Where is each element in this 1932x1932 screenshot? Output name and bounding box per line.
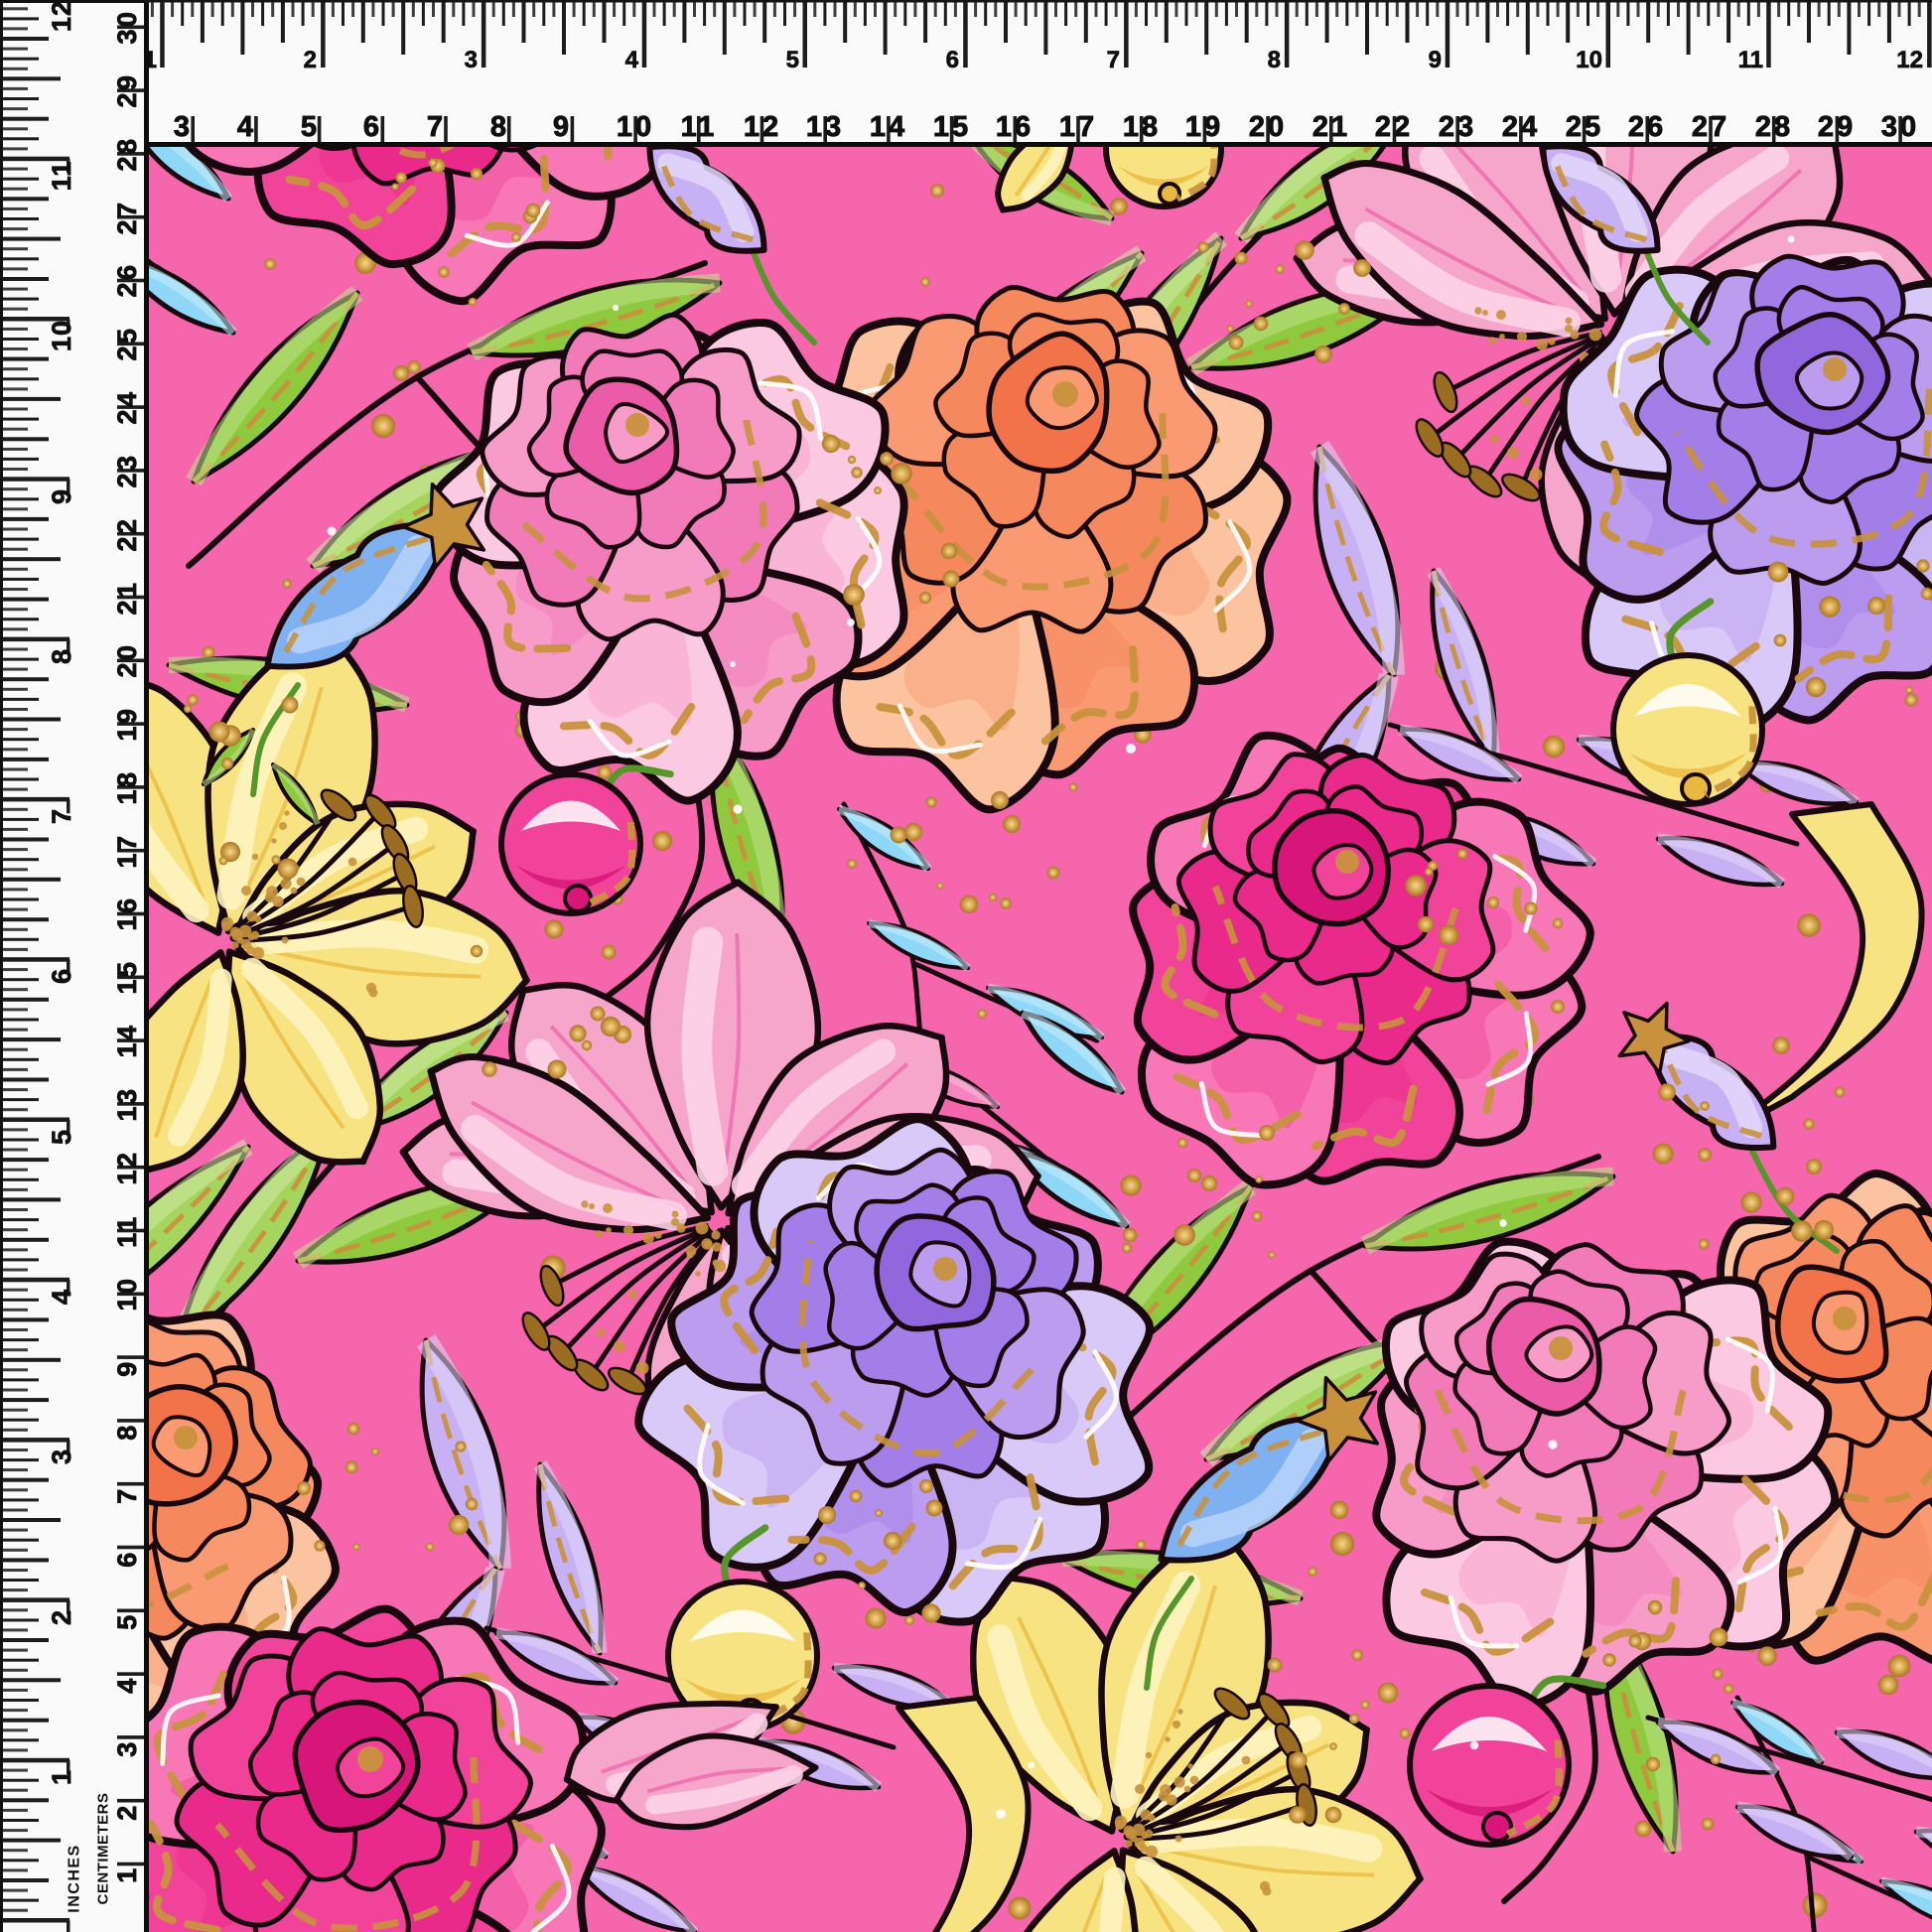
svg-text:1: 1 xyxy=(47,1769,76,1785)
svg-text:6: 6 xyxy=(363,111,379,143)
svg-text:3: 3 xyxy=(174,111,190,143)
svg-text:9: 9 xyxy=(47,488,76,504)
svg-text:18: 18 xyxy=(1123,111,1161,143)
svg-text:10: 10 xyxy=(47,320,76,351)
svg-text:19: 19 xyxy=(1185,111,1223,143)
svg-text:21: 21 xyxy=(112,580,142,615)
svg-text:25: 25 xyxy=(1566,111,1603,143)
svg-text:23: 23 xyxy=(112,453,142,487)
svg-text:3: 3 xyxy=(47,1449,76,1464)
svg-text:2: 2 xyxy=(112,1803,142,1821)
svg-text:12: 12 xyxy=(1896,47,1923,73)
svg-text:8: 8 xyxy=(47,648,76,664)
svg-text:4: 4 xyxy=(625,47,639,73)
svg-text:11: 11 xyxy=(681,111,718,143)
svg-text:11: 11 xyxy=(47,161,76,192)
svg-text:16: 16 xyxy=(112,896,142,930)
svg-text:10: 10 xyxy=(112,1276,142,1311)
svg-text:6: 6 xyxy=(112,1550,142,1568)
svg-text:7: 7 xyxy=(112,1486,142,1504)
svg-text:26: 26 xyxy=(112,262,142,297)
svg-text:17: 17 xyxy=(112,833,142,868)
svg-text:23: 23 xyxy=(1439,111,1476,143)
svg-text:10: 10 xyxy=(1576,47,1602,73)
svg-text:15: 15 xyxy=(112,959,142,994)
svg-text:28: 28 xyxy=(112,136,142,171)
svg-text:24: 24 xyxy=(112,389,142,424)
svg-text:27: 27 xyxy=(112,200,142,234)
svg-text:9: 9 xyxy=(553,111,569,143)
svg-text:29: 29 xyxy=(112,72,142,107)
svg-text:6: 6 xyxy=(47,968,76,984)
svg-text:12: 12 xyxy=(47,0,76,32)
svg-text:11: 11 xyxy=(1738,47,1763,73)
svg-text:16: 16 xyxy=(996,111,1034,143)
svg-text:5: 5 xyxy=(786,47,799,73)
svg-text:7: 7 xyxy=(1107,47,1120,73)
svg-text:7: 7 xyxy=(427,111,443,143)
svg-text:14: 14 xyxy=(870,111,907,143)
svg-text:6: 6 xyxy=(946,47,959,73)
svg-text:22: 22 xyxy=(1375,111,1413,143)
svg-text:7: 7 xyxy=(47,808,76,824)
svg-text:25: 25 xyxy=(112,326,142,360)
svg-text:30: 30 xyxy=(112,9,142,44)
svg-text:INCHES: INCHES xyxy=(67,1844,83,1912)
svg-text:8: 8 xyxy=(490,111,506,143)
svg-text:20: 20 xyxy=(1249,111,1287,143)
svg-text:13: 13 xyxy=(806,111,844,143)
svg-text:26: 26 xyxy=(1628,111,1666,143)
svg-text:4: 4 xyxy=(237,111,253,143)
svg-text:29: 29 xyxy=(1818,111,1856,143)
svg-text:CENTIMETERS: CENTIMETERS xyxy=(95,1792,112,1904)
svg-text:2: 2 xyxy=(47,1609,76,1625)
svg-text:1: 1 xyxy=(112,1865,142,1883)
svg-text:9: 9 xyxy=(112,1359,142,1377)
svg-text:22: 22 xyxy=(112,516,142,551)
svg-text:14: 14 xyxy=(112,1023,142,1057)
svg-text:17: 17 xyxy=(1059,111,1097,143)
svg-text:2: 2 xyxy=(304,47,317,73)
svg-text:28: 28 xyxy=(1755,111,1793,143)
svg-text:8: 8 xyxy=(1268,47,1281,73)
svg-text:4: 4 xyxy=(47,1289,76,1305)
svg-text:27: 27 xyxy=(1692,111,1729,143)
svg-text:15: 15 xyxy=(933,111,971,143)
svg-text:10: 10 xyxy=(617,111,654,143)
svg-text:11: 11 xyxy=(112,1214,142,1248)
svg-text:3: 3 xyxy=(112,1739,142,1757)
svg-text:5: 5 xyxy=(112,1612,142,1630)
svg-text:20: 20 xyxy=(112,642,142,677)
svg-text:18: 18 xyxy=(112,769,142,804)
svg-text:4: 4 xyxy=(112,1676,142,1694)
svg-text:24: 24 xyxy=(1502,111,1540,143)
svg-text:13: 13 xyxy=(112,1086,142,1121)
svg-text:30: 30 xyxy=(1881,111,1919,143)
svg-text:12: 12 xyxy=(744,111,781,143)
svg-text:5: 5 xyxy=(301,111,317,143)
svg-text:3: 3 xyxy=(465,47,478,73)
svg-text:12: 12 xyxy=(112,1150,142,1184)
svg-text:5: 5 xyxy=(47,1129,76,1145)
svg-text:9: 9 xyxy=(1429,47,1442,73)
svg-text:21: 21 xyxy=(1312,111,1350,143)
svg-text:19: 19 xyxy=(112,706,142,741)
svg-text:8: 8 xyxy=(112,1423,142,1441)
